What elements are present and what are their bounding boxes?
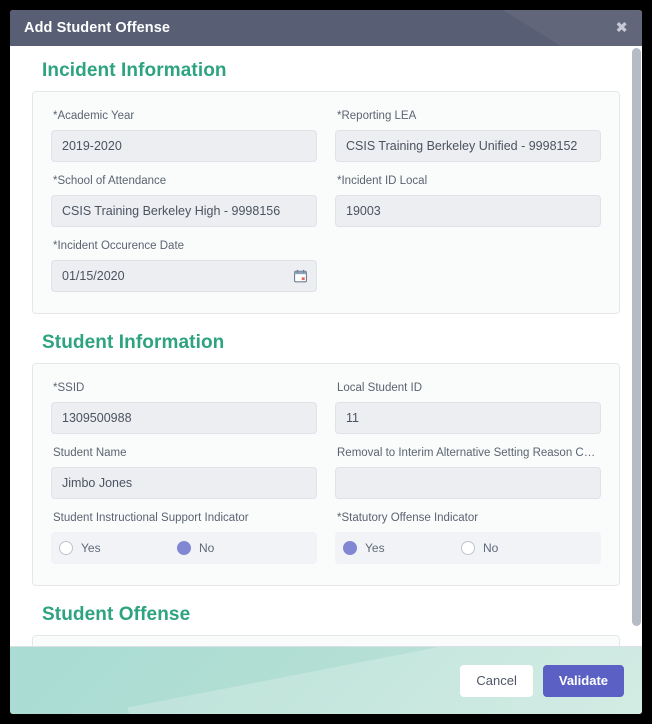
modal-title: Add Student Offense [24, 20, 171, 36]
modal-titlebar: Add Student Offense ✖ [10, 10, 642, 46]
field-local-student-id: Local Student ID 11 [331, 376, 605, 441]
field-label: *Statutory Offense Indicator [337, 512, 479, 524]
radio-instructional-support-no[interactable]: No [177, 541, 295, 555]
school-of-attendance-input[interactable]: CSIS Training Berkeley High - 9998156 [51, 195, 317, 227]
section-title-student-offense: Student Offense [42, 604, 191, 625]
field-label: Student Instructional Support Indicator [53, 512, 249, 524]
field-incident-occurence-date: *Incident Occurence Date 01/15/2020 [47, 234, 321, 299]
field-label: *Academic Year [53, 110, 135, 122]
add-student-offense-modal: Add Student Offense ✖ Incident Informati… [10, 10, 642, 714]
scrollbar-track[interactable] [631, 46, 642, 646]
modal-body: Incident Information *Academic Year 2019… [10, 46, 642, 646]
cancel-button[interactable]: Cancel [460, 664, 533, 697]
statutory-offense-radiogroup: Yes No [335, 532, 601, 564]
radio-label: Yes [81, 541, 101, 555]
field-label: Removal to Interim Alternative Setting R… [337, 447, 601, 459]
field-label: Local Student ID [337, 382, 423, 394]
radio-label: No [483, 541, 499, 555]
field-value: 11 [346, 411, 359, 425]
field-label: *School of Attendance [53, 175, 167, 187]
student-row-2: Student Name Jimbo Jones Removal to Inte… [47, 441, 605, 506]
removal-reason-code-input[interactable] [335, 467, 601, 499]
incident-row-1: *Academic Year 2019-2020 *Reporting LEA … [47, 104, 605, 169]
section-title-incident-information: Incident Information [42, 60, 227, 81]
section-student-offense: Student Offense *Student Offense Code W [32, 604, 620, 646]
incident-row-2: *School of Attendance CSIS Training Berk… [47, 169, 605, 234]
academic-year-input[interactable]: 2019-2020 [51, 130, 317, 162]
field-school-of-attendance: *School of Attendance CSIS Training Berk… [47, 169, 321, 234]
ssid-input[interactable]: 1309500988 [51, 402, 317, 434]
titlebar-sheen [396, 10, 642, 46]
radio-statutory-offense-yes[interactable]: Yes [343, 541, 461, 555]
validate-button[interactable]: Validate [542, 664, 624, 697]
incident-information-card: *Academic Year 2019-2020 *Reporting LEA … [32, 91, 620, 314]
incident-occurence-date-input[interactable]: 01/15/2020 [51, 260, 317, 292]
field-label: *Incident Occurence Date [53, 240, 185, 252]
field-academic-year: *Academic Year 2019-2020 [47, 104, 321, 169]
radio-dot-icon [59, 541, 73, 555]
section-incident-information: Incident Information *Academic Year 2019… [32, 60, 620, 314]
field-label: *SSID [53, 382, 85, 394]
field-value: Jimbo Jones [62, 476, 133, 490]
radio-dot-icon [461, 541, 475, 555]
field-value: 1309500988 [62, 411, 132, 425]
student-name-input[interactable]: Jimbo Jones [51, 467, 317, 499]
field-value: 19003 [346, 204, 381, 218]
radio-dot-icon [343, 541, 357, 555]
radio-label: No [199, 541, 215, 555]
close-icon[interactable]: ✖ [615, 20, 628, 36]
reporting-lea-input[interactable]: CSIS Training Berkeley Unified - 9998152 [335, 130, 601, 162]
scrollbar-thumb[interactable] [632, 48, 641, 626]
modal-footer: Cancel Validate [10, 646, 642, 714]
calendar-icon[interactable] [294, 269, 307, 283]
student-row-3: Student Instructional Support Indicator … [47, 506, 605, 571]
field-value: CSIS Training Berkeley High - 9998156 [62, 204, 281, 218]
incident-id-local-input[interactable]: 19003 [335, 195, 601, 227]
radio-instructional-support-yes[interactable]: Yes [59, 541, 177, 555]
radio-statutory-offense-no[interactable]: No [461, 541, 579, 555]
radio-label: Yes [365, 541, 385, 555]
student-information-card: *SSID 1309500988 Local Student ID 11 Stu… [32, 363, 620, 586]
section-title-student-information: Student Information [42, 332, 225, 353]
field-student-name: Student Name Jimbo Jones [47, 441, 321, 506]
section-student-information: Student Information *SSID 1309500988 Loc… [32, 332, 620, 586]
local-student-id-input[interactable]: 11 [335, 402, 601, 434]
field-label: *Reporting LEA [337, 110, 417, 122]
incident-row-3: *Incident Occurence Date 01/15/2020 [47, 234, 605, 299]
field-label: *Incident ID Local [337, 175, 428, 187]
student-row-1: *SSID 1309500988 Local Student ID 11 [47, 376, 605, 441]
field-value: 01/15/2020 [62, 269, 125, 283]
instructional-support-radiogroup: Yes No [51, 532, 317, 564]
field-statutory-offense-indicator: *Statutory Offense Indicator Yes No [331, 506, 605, 571]
field-incident-id-local: *Incident ID Local 19003 [331, 169, 605, 234]
radio-dot-icon [177, 541, 191, 555]
field-reporting-lea: *Reporting LEA CSIS Training Berkeley Un… [331, 104, 605, 169]
field-removal-reason-code: Removal to Interim Alternative Setting R… [331, 441, 605, 506]
student-offense-card: *Student Offense Code Weapon Category Co… [32, 635, 620, 646]
incident-spacer [331, 234, 605, 299]
field-value: 2019-2020 [62, 139, 122, 153]
field-value: CSIS Training Berkeley Unified - 9998152 [346, 139, 578, 153]
field-instructional-support-indicator: Student Instructional Support Indicator … [47, 506, 321, 571]
field-label: Student Name [53, 447, 127, 459]
field-ssid: *SSID 1309500988 [47, 376, 321, 441]
